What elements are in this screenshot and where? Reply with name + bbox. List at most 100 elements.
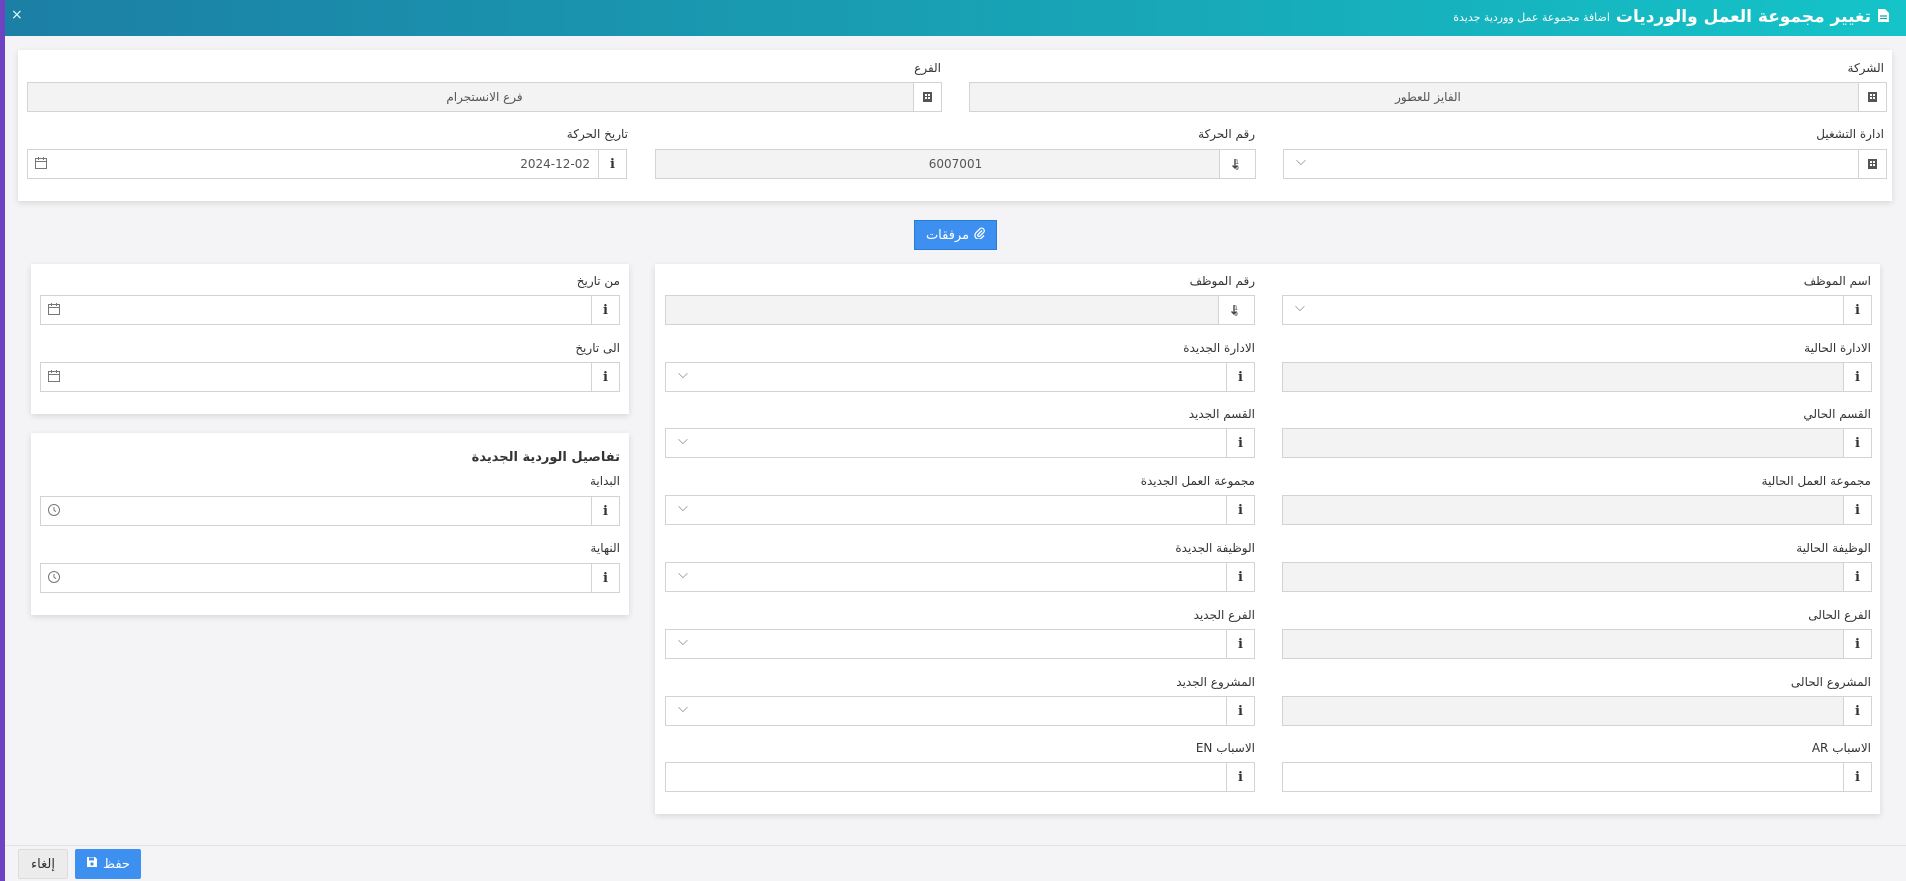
calendar-icon[interactable] bbox=[34, 156, 48, 173]
current-admin-label: الادارة الحالية bbox=[1804, 341, 1871, 355]
new-section-label: القسم الجديد bbox=[1188, 407, 1255, 421]
info-icon[interactable]: i bbox=[1226, 697, 1254, 725]
movement-date-label: تاريخ الحركة bbox=[566, 127, 628, 141]
svg-text:9: 9 bbox=[1234, 311, 1238, 316]
info-icon[interactable]: i bbox=[1226, 563, 1254, 591]
movement-date-field[interactable]: i 2024-12-02 bbox=[27, 149, 627, 179]
chevron-down-icon[interactable]: ⌵ bbox=[678, 367, 688, 382]
current-branch-label: الفرع الحالى bbox=[1808, 608, 1871, 622]
info-icon[interactable]: i bbox=[591, 363, 619, 391]
attachments-button[interactable]: مرفقات bbox=[914, 220, 997, 250]
svg-text:9: 9 bbox=[1235, 165, 1239, 170]
current-job-field[interactable]: i bbox=[1282, 562, 1872, 592]
left-accent-bar bbox=[0, 0, 5, 881]
current-project-field[interactable]: i bbox=[1282, 696, 1872, 726]
window-subtitle: اضافة مجموعة عمل ووردية جديدة bbox=[1453, 10, 1610, 24]
current-admin-field[interactable]: i bbox=[1282, 362, 1872, 392]
new-workgroup-label: مجموعة العمل الجديدة bbox=[1140, 474, 1255, 488]
paperclip-icon bbox=[974, 227, 985, 243]
employee-name-select[interactable]: i ⌵ bbox=[1282, 295, 1872, 325]
shift-heading: تفاصيل الوردية الجديدة bbox=[471, 450, 620, 465]
company-value: الفايز للعطور bbox=[1395, 90, 1461, 104]
chevron-down-icon[interactable]: ⌵ bbox=[1295, 300, 1305, 315]
from-date-label: من تاريخ bbox=[576, 274, 620, 288]
branch-value: فرع الانستجرام bbox=[446, 90, 523, 104]
footer-bar bbox=[5, 845, 1906, 881]
new-job-select[interactable]: i ⌵ bbox=[665, 562, 1255, 592]
new-project-label: المشروع الجديد bbox=[1176, 675, 1255, 689]
employee-name-label: اسم الموظف bbox=[1803, 274, 1871, 288]
building-icon bbox=[1858, 150, 1886, 178]
info-icon[interactable]: i bbox=[591, 497, 619, 525]
info-icon[interactable]: i bbox=[1843, 496, 1871, 524]
new-branch-select[interactable]: i ⌵ bbox=[665, 629, 1255, 659]
to-date-field[interactable]: i bbox=[40, 362, 620, 392]
current-section-field[interactable]: i bbox=[1282, 428, 1872, 458]
new-admin-label: الادارة الجديدة bbox=[1183, 341, 1255, 355]
movement-number-field[interactable]: 19 6007001 bbox=[655, 149, 1256, 179]
info-icon[interactable]: i bbox=[1226, 763, 1254, 791]
shift-end-label: النهاية bbox=[590, 541, 620, 555]
employee-number-field[interactable]: 19 bbox=[665, 295, 1255, 325]
info-icon[interactable]: i bbox=[1843, 630, 1871, 658]
shift-end-field[interactable]: i bbox=[40, 563, 620, 593]
save-button[interactable]: حفظ bbox=[75, 849, 141, 879]
new-project-select[interactable]: i ⌵ bbox=[665, 696, 1255, 726]
info-icon[interactable]: i bbox=[1843, 296, 1871, 324]
window-title: تغيير مجموعة العمل والورديات bbox=[1615, 7, 1871, 27]
info-icon[interactable]: i bbox=[1226, 630, 1254, 658]
info-icon[interactable]: i bbox=[1226, 429, 1254, 457]
new-branch-label: الفرع الجديد bbox=[1193, 608, 1255, 622]
info-icon[interactable]: i bbox=[598, 150, 626, 178]
chevron-down-icon[interactable]: ⌵ bbox=[678, 433, 688, 448]
calendar-icon[interactable] bbox=[47, 302, 61, 319]
company-field[interactable]: الفايز للعطور bbox=[969, 82, 1887, 112]
info-icon[interactable]: i bbox=[1843, 429, 1871, 457]
save-label: حفظ bbox=[103, 856, 130, 872]
calendar-icon[interactable] bbox=[47, 369, 61, 386]
sort-numeric-icon: 19 bbox=[1218, 296, 1254, 324]
chevron-down-icon[interactable]: ⌵ bbox=[678, 567, 688, 582]
movement-number-value: 6007001 bbox=[928, 157, 983, 171]
building-icon bbox=[913, 83, 941, 111]
reasons-en-input[interactable]: i bbox=[665, 762, 1255, 792]
movement-number-label: رقم الحركة bbox=[1198, 127, 1255, 141]
chevron-down-icon[interactable]: ⌵ bbox=[678, 701, 688, 716]
new-admin-select[interactable]: i ⌵ bbox=[665, 362, 1255, 392]
reasons-ar-input[interactable]: i bbox=[1282, 762, 1872, 792]
current-branch-field[interactable]: i bbox=[1282, 629, 1872, 659]
chevron-down-icon[interactable]: ⌵ bbox=[1296, 154, 1306, 169]
to-date-label: الى تاريخ bbox=[575, 341, 620, 355]
chevron-down-icon[interactable]: ⌵ bbox=[678, 500, 688, 515]
cancel-button[interactable]: إلغاء bbox=[18, 849, 68, 879]
branch-field[interactable]: فرع الانستجرام bbox=[27, 82, 942, 112]
building-icon bbox=[1858, 83, 1886, 111]
chevron-down-icon[interactable]: ⌵ bbox=[678, 634, 688, 649]
info-icon[interactable]: i bbox=[1843, 763, 1871, 791]
operation-admin-select[interactable]: ⌵ bbox=[1283, 149, 1887, 179]
info-icon[interactable]: i bbox=[1226, 496, 1254, 524]
current-workgroup-field[interactable]: i bbox=[1282, 495, 1872, 525]
shift-start-field[interactable]: i bbox=[40, 496, 620, 526]
employee-number-label: رقم الموظف bbox=[1189, 274, 1255, 288]
save-icon bbox=[86, 856, 98, 872]
clock-icon[interactable] bbox=[47, 570, 61, 587]
info-icon[interactable]: i bbox=[1843, 363, 1871, 391]
info-icon[interactable]: i bbox=[591, 564, 619, 592]
movement-date-value: 2024-12-02 bbox=[520, 157, 590, 171]
close-icon[interactable]: × bbox=[11, 7, 23, 23]
info-icon[interactable]: i bbox=[1843, 563, 1871, 591]
document-icon bbox=[1877, 8, 1890, 26]
current-job-label: الوظيفة الحالية bbox=[1796, 541, 1871, 555]
new-workgroup-select[interactable]: i ⌵ bbox=[665, 495, 1255, 525]
company-label: الشركة bbox=[1847, 61, 1884, 75]
from-date-field[interactable]: i bbox=[40, 295, 620, 325]
attachments-label: مرفقات bbox=[925, 227, 970, 243]
clock-icon[interactable] bbox=[47, 503, 61, 520]
current-workgroup-label: مجموعة العمل الحالية bbox=[1761, 474, 1871, 488]
sort-numeric-icon: 19 bbox=[1219, 150, 1255, 178]
info-icon[interactable]: i bbox=[1843, 697, 1871, 725]
info-icon[interactable]: i bbox=[1226, 363, 1254, 391]
info-icon[interactable]: i bbox=[591, 296, 619, 324]
new-section-select[interactable]: i ⌵ bbox=[665, 428, 1255, 458]
